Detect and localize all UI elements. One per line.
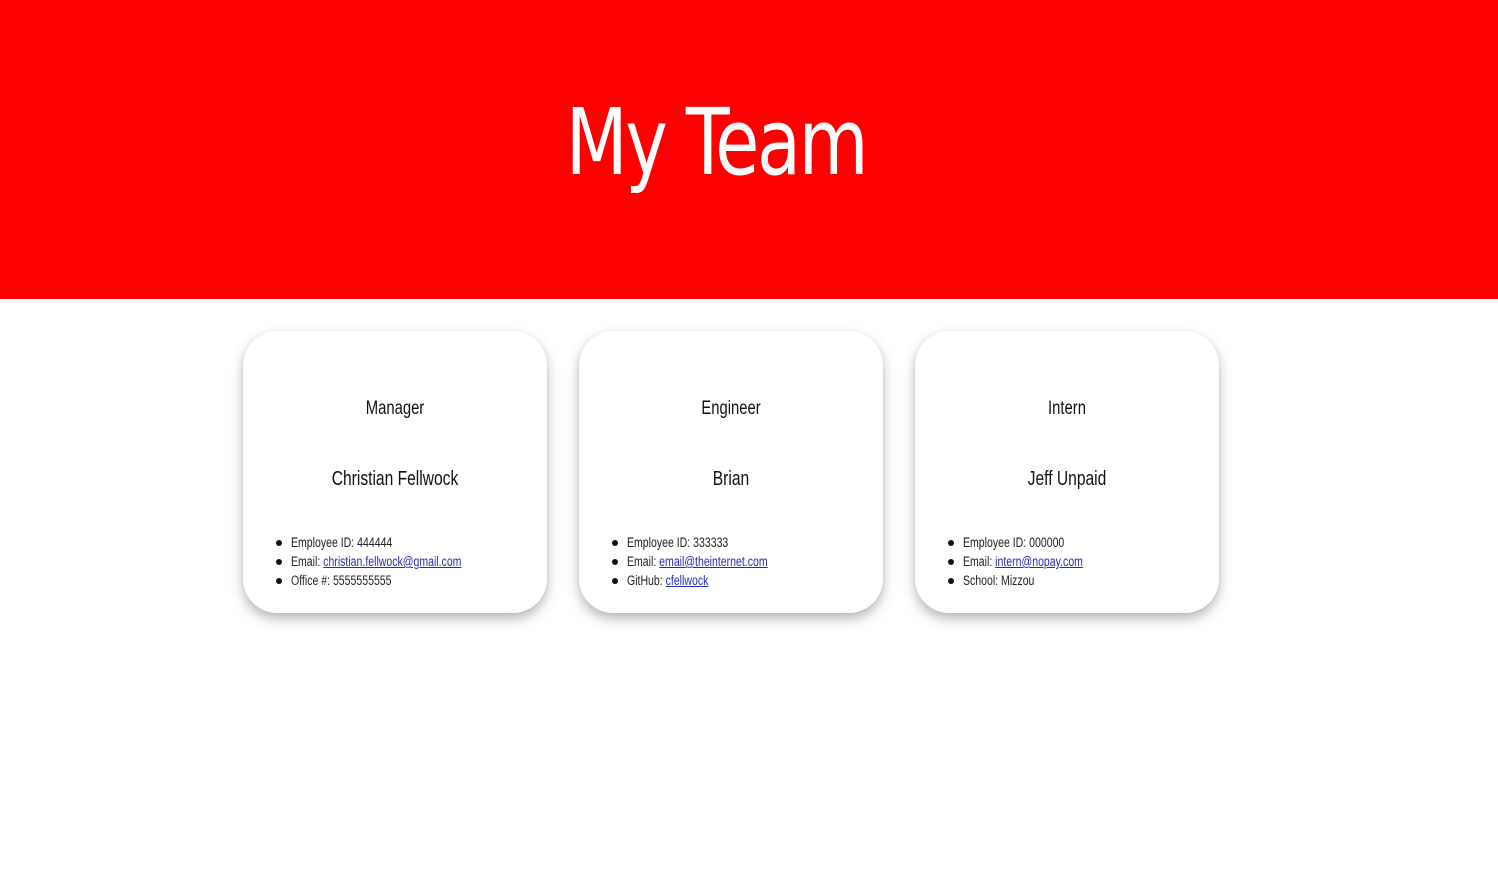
detail-label: Office #: — [291, 573, 333, 588]
school-item: School: Mizzou — [948, 571, 1213, 590]
school-value: Mizzou — [1001, 573, 1035, 588]
engineer-card: Engineer Brian Employee ID: 333333 Email… — [579, 331, 883, 613]
card-details-list: Employee ID: 000000 Email: intern@nopay.… — [948, 533, 1213, 590]
employee-id-value: 444444 — [357, 535, 393, 550]
detail-label: GitHub: — [627, 573, 666, 588]
detail-label: Email: — [291, 554, 324, 569]
employee-id-value: 000000 — [1029, 535, 1065, 550]
card-name: Jeff Unpaid — [1027, 468, 1107, 490]
detail-label: Email: — [963, 554, 996, 569]
card-role: Manager — [365, 398, 425, 419]
email-item: Email: email@theinternet.com — [612, 552, 877, 571]
office-number-item: Office #: 5555555555 — [276, 571, 541, 590]
office-number-value: 5555555555 — [332, 573, 392, 588]
card-name: Brian — [712, 468, 750, 490]
github-link[interactable]: cfellwock — [666, 573, 709, 588]
intern-card: Intern Jeff Unpaid Employee ID: 000000 E… — [915, 331, 1219, 613]
email-link[interactable]: email@theinternet.com — [659, 554, 767, 569]
manager-card: Manager Christian Fellwock Employee ID: … — [243, 331, 547, 613]
detail-label: Employee ID: — [627, 535, 694, 550]
card-details-list: Employee ID: 444444 Email: christian.fel… — [276, 533, 541, 590]
detail-label: School: — [963, 573, 1002, 588]
card-role: Engineer — [701, 398, 761, 419]
employee-id-value: 333333 — [693, 535, 729, 550]
email-item: Email: christian.fellwock@gmail.com — [276, 552, 541, 571]
email-link[interactable]: christian.fellwock@gmail.com — [323, 554, 461, 569]
detail-label: Employee ID: — [963, 535, 1030, 550]
employee-id-item: Employee ID: 333333 — [612, 533, 877, 552]
card-name: Christian Fellwock — [331, 468, 459, 490]
card-details-list: Employee ID: 333333 Email: email@theinte… — [612, 533, 877, 590]
team-cards: Manager Christian Fellwock Employee ID: … — [0, 0, 1498, 882]
detail-label: Employee ID: — [291, 535, 358, 550]
detail-label: Email: — [627, 554, 660, 569]
card-role: Intern — [1048, 398, 1086, 419]
email-link[interactable]: intern@nopay.com — [995, 554, 1083, 569]
github-item: GitHub: cfellwock — [612, 571, 877, 590]
email-item: Email: intern@nopay.com — [948, 552, 1213, 571]
employee-id-item: Employee ID: 000000 — [948, 533, 1213, 552]
employee-id-item: Employee ID: 444444 — [276, 533, 541, 552]
